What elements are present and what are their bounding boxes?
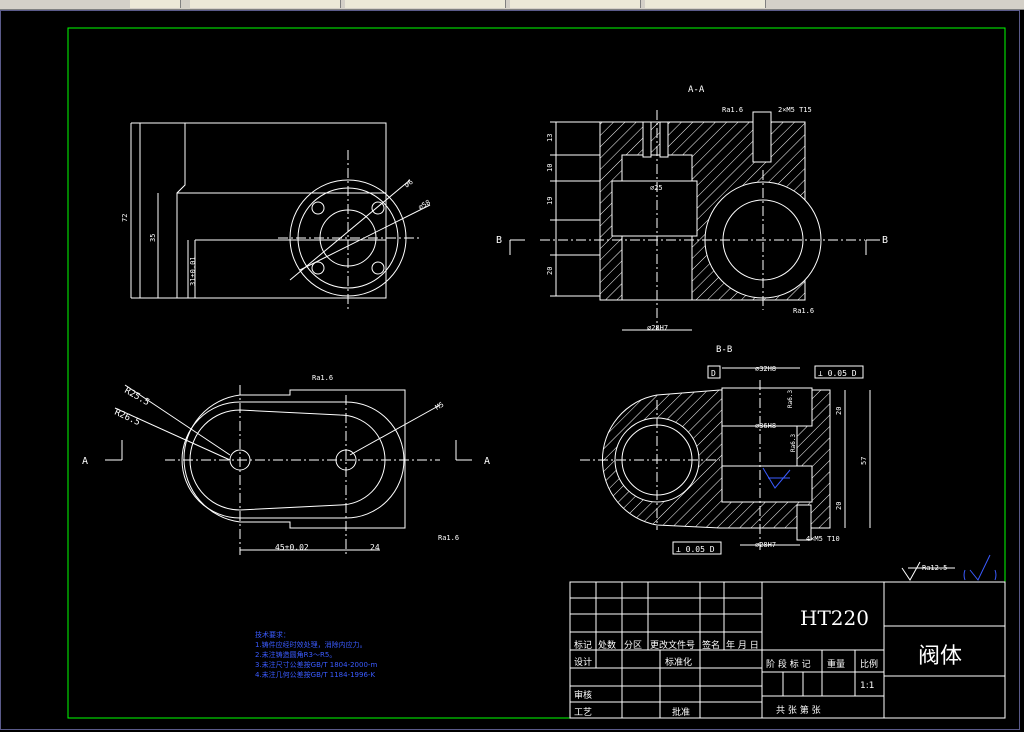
section-aa-view (509, 110, 880, 331)
ra-aa-bottom: Ra1.6 (793, 307, 814, 315)
ra-general-symbol (963, 554, 997, 581)
ra-top-view-top: Ra1.6 (312, 374, 333, 382)
drawing-canvas[interactable]: 72 35 31±0.01 ∅6 ∅58 A-A 13 10 19 20 ∅25… (0, 10, 1024, 732)
dim-r25: R25.5 (123, 386, 151, 408)
dim-57: 57 (860, 457, 868, 465)
dim-19: 19 (546, 197, 554, 205)
dim-20b: 20 (835, 502, 843, 510)
tb-design: 设计 (574, 658, 593, 668)
thread-4xm5: 4×M5 T10 (806, 535, 840, 543)
dim-36h8: ∅36H8 (755, 422, 776, 430)
technical-notes: 技术要求： 1.铸件应经时效处理，消除内应力。 2.未注铸造圆角R3～R5。 3… (255, 630, 377, 680)
ra-aa-top: Ra1.6 (722, 106, 743, 114)
dim-20a: 20 (835, 407, 843, 415)
tb-sheets: 共 张 第 张 (776, 706, 821, 716)
note-item: 3.未注尺寸公差按GB/T 1804-2000-m (255, 661, 378, 669)
tb-scale-value: 1:1 (860, 681, 875, 691)
dim-45: 45±0.02 (275, 543, 309, 552)
dim-72: 72 (121, 214, 129, 222)
note-item: 1.铸件应经时效处理，消除内应力。 (255, 641, 367, 649)
ra-global: Ra12.5 (922, 564, 947, 572)
dim-28h7b: ∅28H7 (755, 541, 776, 549)
section-bb-view (580, 367, 871, 550)
tb-weight: 重量 (827, 660, 846, 670)
toolbar-dropdown-4[interactable] (645, 0, 766, 8)
datum-d: D (711, 369, 716, 378)
tb-header-count: 处数 (598, 641, 617, 651)
marker-a-right: A (484, 456, 490, 467)
dim-35: 35 (149, 234, 157, 242)
notes-heading: 技术要求： (255, 631, 290, 639)
note-item: 4.未注几何公差按GB/T 1184-1996-K (255, 671, 376, 679)
ra-top-view-bottom: Ra1.6 (438, 534, 459, 542)
front-view (130, 122, 431, 310)
dim-10: 10 (546, 164, 554, 172)
toolbar-dropdown-3[interactable] (510, 0, 641, 8)
dim-r26: R26.5 (113, 408, 142, 429)
tb-review: 审核 (574, 691, 593, 701)
tb-approve: 批准 (672, 708, 691, 718)
dim-58: ∅58 (417, 198, 432, 211)
dim-24: 24 (370, 543, 380, 552)
dim-25: ∅25 (650, 184, 663, 192)
autocad-toolbar (0, 0, 1024, 10)
perp-tol-top: ⊥ 0.05 D (818, 369, 857, 378)
material-label: HT220 (800, 606, 869, 630)
tb-header-doc: 更改文件号 (650, 641, 696, 651)
dim-28h7: ∅28H7 (647, 324, 668, 332)
ra-bb-1: Ra6.3 (787, 390, 794, 408)
tb-header-date: 年 月 日 (726, 641, 759, 651)
tb-header-mark: 标记 (574, 641, 593, 651)
dim-m5: M5 (434, 401, 445, 412)
tb-process: 工艺 (574, 708, 593, 718)
ra-bb-2: Ra6.3 (790, 434, 797, 452)
dim-20: 20 (546, 267, 554, 275)
dim-32h8: ∅32H8 (755, 365, 776, 373)
dim-13: 13 (546, 134, 554, 142)
thread-2xm5: 2×M5 T15 (778, 106, 812, 114)
marker-b-left: B (496, 235, 502, 246)
marker-b-right: B (882, 235, 888, 246)
tb-header-sign: 签名 (702, 641, 721, 651)
section-bb-label: B-B (716, 345, 732, 355)
toolbar-dropdown-2[interactable] (345, 0, 506, 8)
section-aa-label: A-A (688, 85, 705, 95)
tb-standard: 标准化 (665, 658, 693, 668)
dim-31: 31±0.01 (189, 256, 197, 286)
toolbar-icons[interactable] (130, 0, 181, 8)
marker-a-left: A (82, 456, 88, 467)
tb-stage: 阶 段 标 记 (766, 660, 811, 670)
tb-header-zone: 分区 (624, 641, 643, 651)
part-name: 阀体 (918, 644, 963, 669)
top-view (105, 384, 472, 555)
perp-tol-bottom: ⊥ 0.05 D (676, 545, 715, 554)
toolbar-dropdown-1[interactable] (190, 0, 341, 8)
dim-6: ∅6 (403, 178, 415, 190)
tb-scale-label: 比例 (860, 660, 879, 670)
note-item: 2.未注铸造圆角R3～R5。 (255, 651, 337, 659)
